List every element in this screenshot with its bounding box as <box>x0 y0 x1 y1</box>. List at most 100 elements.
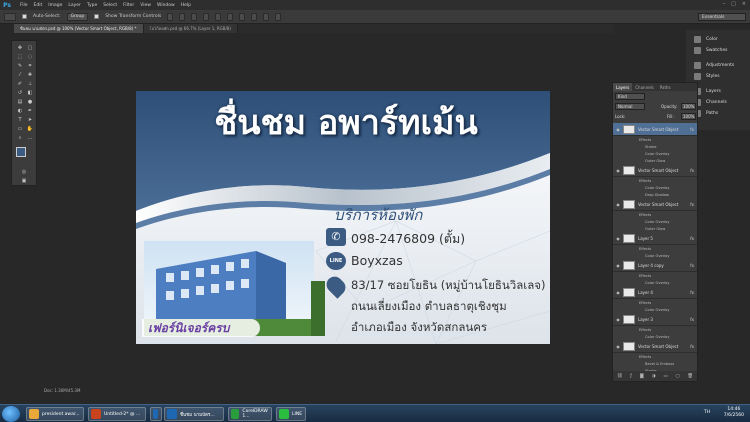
artboard-tool-icon[interactable]: ▢ <box>26 45 34 52</box>
maximize-button[interactable]: □ <box>731 1 736 7</box>
layer-row[interactable]: ◉ Vector Smart Object fx <box>613 340 697 353</box>
close-button[interactable]: × <box>742 1 746 7</box>
folder-icon[interactable]: ▭ <box>663 374 667 379</box>
taskbar-item[interactable]: CorelDRAW 1... <box>228 407 272 421</box>
visibility-eye-icon[interactable]: ◉ <box>613 236 623 241</box>
taskbar-item[interactable]: president awar... <box>26 407 84 421</box>
align-top-icon[interactable] <box>167 12 174 21</box>
marquee-tool-icon[interactable]: ⬚ <box>16 54 24 61</box>
gradient-tool-icon[interactable]: ▤ <box>16 99 24 106</box>
panel-layers[interactable]: Layers <box>694 86 750 96</box>
menu-image[interactable]: Image <box>48 3 62 8</box>
move-tool-preset-icon[interactable] <box>4 12 16 21</box>
tab-document-2[interactable]: โลโก้หอพัก.psd @ 66.7% (Layer 1, RGB/8) <box>143 24 238 33</box>
type-tool-icon[interactable]: T <box>16 117 24 124</box>
blur-tool-icon[interactable]: ● <box>26 99 34 106</box>
align-right-icon[interactable] <box>227 12 234 21</box>
visibility-eye-icon[interactable]: ◉ <box>613 344 623 349</box>
layer-effect-row[interactable]: Effects <box>613 326 697 333</box>
screen-mode-icon[interactable]: ▣ <box>20 178 28 185</box>
layer-effect-row[interactable]: Color Overlay <box>613 218 697 225</box>
menu-type[interactable]: Type <box>87 3 97 8</box>
show-transform-checkbox[interactable] <box>94 14 100 19</box>
taskbar-item[interactable]: LINE <box>276 407 306 421</box>
panel-styles[interactable]: Styles <box>694 71 750 81</box>
dodge-tool-icon[interactable]: ◐ <box>16 108 24 115</box>
blend-mode-dropdown[interactable]: Normal <box>615 103 645 110</box>
layer-effect-row[interactable]: Color Overlay <box>613 306 697 313</box>
layer-row[interactable]: ◉ Vector Smart Object fx <box>613 164 697 177</box>
layer-effect-row[interactable]: Color Overlay <box>613 252 697 259</box>
menu-view[interactable]: View <box>140 3 151 8</box>
layer-effect-row[interactable]: Color Overlay <box>613 150 697 157</box>
auto-select-dropdown[interactable]: Group <box>66 12 89 21</box>
opacity-field[interactable]: 100% <box>681 103 696 110</box>
visibility-eye-icon[interactable]: ◉ <box>613 317 623 322</box>
layer-effect-row[interactable]: Outer Glow <box>613 225 697 232</box>
layer-row[interactable]: ◉ Layer 4 fx <box>613 286 697 299</box>
menu-edit[interactable]: Edit <box>34 3 43 8</box>
clone-stamp-icon[interactable]: ⊥ <box>26 81 34 88</box>
align-left-icon[interactable] <box>203 12 210 21</box>
panel-paths[interactable]: Paths <box>694 108 750 118</box>
layer-row[interactable]: ◉ Layer 4 copy fx <box>613 259 697 272</box>
layer-effect-row[interactable]: Drop Shadow <box>613 191 697 198</box>
minimize-button[interactable]: – <box>723 1 726 7</box>
layer-effect-row[interactable]: Bevel & Emboss <box>613 360 697 367</box>
extra-tools-icon[interactable]: … <box>26 135 34 142</box>
new-layer-icon[interactable]: ▢ <box>675 374 679 379</box>
tab-document-1[interactable]: ชื่นชม นามบัตร.psd @ 100% (Vector Smart … <box>14 24 144 33</box>
move-tool-icon[interactable]: ✥ <box>16 45 24 52</box>
menu-select[interactable]: Select <box>103 3 117 8</box>
document-canvas[interactable]: ชื่นชม อพาร์ทเม้น บริการห้องพัก ✆ 098-24… <box>136 91 550 344</box>
menu-layer[interactable]: Layer <box>68 3 81 8</box>
menu-file[interactable]: File <box>20 3 28 8</box>
layer-effect-row[interactable]: Effects <box>613 136 697 143</box>
layer-effect-row[interactable]: Effects <box>613 245 697 252</box>
clock[interactable]: 14:46 7/6/2560 <box>724 407 744 419</box>
pen-tool-icon[interactable]: ✒ <box>26 108 34 115</box>
trash-icon[interactable]: 🗑 <box>687 374 693 379</box>
quick-mask-icon[interactable]: ◎ <box>20 169 28 176</box>
start-button[interactable] <box>2 406 20 422</box>
align-middle-icon[interactable] <box>179 12 186 21</box>
fill-field[interactable]: 100% <box>681 113 696 120</box>
layer-effect-row[interactable]: Color Overlay <box>613 184 697 191</box>
visibility-eye-icon[interactable]: ◉ <box>613 263 623 268</box>
workspace-dropdown[interactable]: Essentials <box>698 13 746 21</box>
panel-color[interactable]: Color <box>694 34 750 44</box>
mask-icon[interactable]: ◙ <box>640 374 644 379</box>
auto-select-checkbox[interactable] <box>22 14 27 19</box>
tab-channels[interactable]: Channels <box>632 83 657 91</box>
layer-effect-row[interactable]: Effects <box>613 177 697 184</box>
layer-row[interactable]: ◉ Vector Smart Object fx <box>613 123 697 136</box>
layer-effect-row[interactable]: Effects <box>613 211 697 218</box>
layer-effect-row[interactable]: Color Overlay <box>613 279 697 286</box>
menu-help[interactable]: Help <box>181 3 191 8</box>
link-icon[interactable]: ⛓ <box>617 374 623 379</box>
quick-select-icon[interactable]: ✎ <box>16 63 24 70</box>
healing-brush-icon[interactable]: ✚ <box>26 72 34 79</box>
menu-window[interactable]: Window <box>157 3 175 8</box>
taskbar-item[interactable] <box>150 407 162 421</box>
zoom-tool-icon[interactable]: ⌕ <box>16 135 24 142</box>
layer-row[interactable]: ◉ Layer 5 fx <box>613 232 697 245</box>
panel-adjustments[interactable]: Adjustments <box>694 60 750 70</box>
crop-tool-icon[interactable]: ⌗ <box>26 63 34 70</box>
align-center-icon[interactable] <box>215 12 222 21</box>
layer-effect-row[interactable]: Outer Glow <box>613 157 697 164</box>
tab-paths[interactable]: Paths <box>657 83 674 91</box>
brush-tool-icon[interactable]: ✐ <box>16 81 24 88</box>
taskbar-item[interactable]: Untitled-2* @ ... <box>88 407 146 421</box>
taskbar-item[interactable]: ชื่นชม นามบัตร... <box>164 407 224 421</box>
distribute-h-icon[interactable] <box>251 12 258 21</box>
visibility-eye-icon[interactable]: ◉ <box>613 290 623 295</box>
panel-swatches[interactable]: Swatches <box>694 45 750 55</box>
eraser-icon[interactable]: ◧ <box>26 90 34 97</box>
adjustment-icon[interactable]: ◑ <box>652 374 656 379</box>
distribute-icon[interactable] <box>239 12 246 21</box>
layer-effect-row[interactable]: Effects <box>613 272 697 279</box>
3d-mode-icon[interactable] <box>275 12 282 21</box>
eyedropper-icon[interactable]: ⁄ <box>16 72 24 79</box>
layer-row[interactable]: ◉ Layer 3 fx <box>613 313 697 326</box>
